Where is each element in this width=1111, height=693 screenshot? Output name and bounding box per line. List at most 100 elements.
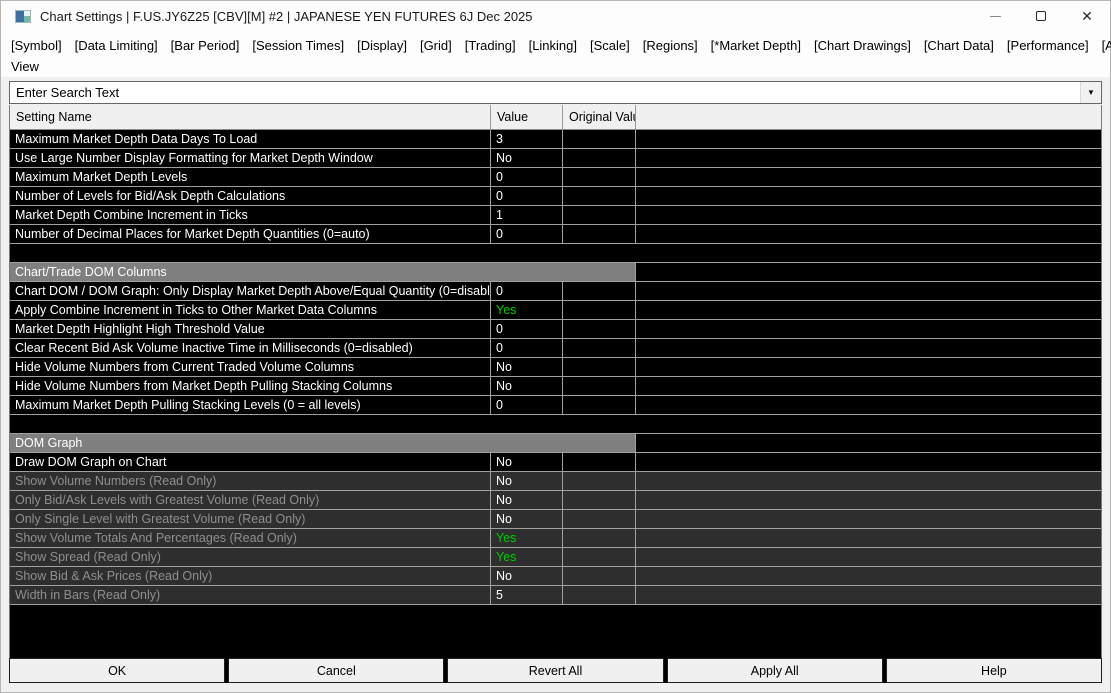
search-dropdown-button[interactable]: ▼: [1080, 82, 1101, 103]
value-cell[interactable]: 0: [491, 225, 563, 243]
setting-name-cell: Only Bid/Ask Levels with Greatest Volume…: [10, 491, 491, 509]
app-icon: [15, 9, 31, 23]
menu-item-chart-drawings[interactable]: [Chart Drawings]: [814, 38, 911, 53]
table-row-show-volume-totals-and-percentages-read-only[interactable]: Show Volume Totals And Percentages (Read…: [10, 529, 1101, 548]
table-row-apply-combine-increment-in-ticks-to-other-market-data-columns[interactable]: Apply Combine Increment in Ticks to Othe…: [10, 301, 1101, 320]
table-empty-area: [10, 605, 1101, 658]
value-cell[interactable]: No: [491, 510, 563, 528]
chevron-down-icon: ▼: [1087, 88, 1095, 97]
setting-name-cell: Number of Levels for Bid/Ask Depth Calcu…: [10, 187, 491, 205]
section-row-empty: [636, 434, 1101, 452]
table-row-draw-dom-graph-on-chart[interactable]: Draw DOM Graph on Chart No: [10, 453, 1101, 472]
setting-name-cell: Use Large Number Display Formatting for …: [10, 149, 491, 167]
table-row-use-large-number-display-formatting-for-market-depth-window[interactable]: Use Large Number Display Formatting for …: [10, 149, 1101, 168]
menu-item-scale[interactable]: [Scale]: [590, 38, 630, 53]
setting-name-cell: Show Volume Totals And Percentages (Read…: [10, 529, 491, 547]
value-cell[interactable]: 0: [491, 168, 563, 186]
revert-all-button[interactable]: Revert All: [447, 658, 664, 683]
table-row-show-spread-read-only[interactable]: Show Spread (Read Only) Yes: [10, 548, 1101, 567]
value-cell[interactable]: 0: [491, 320, 563, 338]
table-row-number-of-decimal-places-for-market-depth-quantities-0-auto[interactable]: Number of Decimal Places for Market Dept…: [10, 225, 1101, 244]
original-value-cell: [563, 358, 636, 376]
setting-name-cell: Maximum Market Depth Pulling Stacking Le…: [10, 396, 491, 414]
menu-item-performance[interactable]: [Performance]: [1007, 38, 1089, 53]
table-row-hide-volume-numbers-from-current-traded-volume-columns[interactable]: Hide Volume Numbers from Current Traded …: [10, 358, 1101, 377]
value-cell[interactable]: No: [491, 149, 563, 167]
setting-name-cell: Clear Recent Bid Ask Volume Inactive Tim…: [10, 339, 491, 357]
table-row-maximum-market-depth-data-days-to-load[interactable]: Maximum Market Depth Data Days To Load 3: [10, 130, 1101, 149]
row-empty-cell: [636, 339, 1101, 357]
setting-name-cell: Hide Volume Numbers from Market Depth Pu…: [10, 377, 491, 395]
table-row-only-bid-ask-levels-with-greatest-volume-read-only[interactable]: Only Bid/Ask Levels with Greatest Volume…: [10, 491, 1101, 510]
value-cell[interactable]: No: [491, 567, 563, 585]
setting-name-cell: Hide Volume Numbers from Current Traded …: [10, 358, 491, 376]
window-title: Chart Settings | F.US.JY6Z25 [CBV][M] #2…: [40, 8, 533, 24]
section-label: DOM Graph: [10, 434, 636, 452]
table-row-show-volume-numbers-read-only[interactable]: Show Volume Numbers (Read Only) No: [10, 472, 1101, 491]
value-cell[interactable]: 0: [491, 282, 563, 300]
menu-item-symbol[interactable]: [Symbol]: [11, 38, 62, 53]
column-header-original-value[interactable]: Original Valu: [563, 105, 636, 129]
row-empty-cell: [636, 472, 1101, 490]
value-cell[interactable]: No: [491, 491, 563, 509]
table-row-width-in-bars-read-only[interactable]: Width in Bars (Read Only) 5: [10, 586, 1101, 605]
value-cell[interactable]: No: [491, 453, 563, 471]
close-button[interactable]: ✕: [1064, 1, 1110, 31]
table-row-market-depth-highlight-high-threshold-value[interactable]: Market Depth Highlight High Threshold Va…: [10, 320, 1101, 339]
table-row-clear-recent-bid-ask-volume-inactive-time-in-milliseconds-0-disabled[interactable]: Clear Recent Bid Ask Volume Inactive Tim…: [10, 339, 1101, 358]
original-value-cell: [563, 510, 636, 528]
ok-button[interactable]: OK: [9, 658, 226, 683]
table-row-maximum-market-depth-levels[interactable]: Maximum Market Depth Levels 0: [10, 168, 1101, 187]
menu-item-view[interactable]: View: [11, 59, 39, 74]
row-empty-cell: [636, 149, 1101, 167]
table-row-market-depth-combine-increment-in-ticks[interactable]: Market Depth Combine Increment in Ticks 1: [10, 206, 1101, 225]
chart-settings-window: Chart Settings | F.US.JY6Z25 [CBV][M] #2…: [0, 0, 1111, 693]
table-row-number-of-levels-for-bid-ask-depth-calculations[interactable]: Number of Levels for Bid/Ask Depth Calcu…: [10, 187, 1101, 206]
menu-item-session-times[interactable]: [Session Times]: [252, 38, 344, 53]
value-cell[interactable]: 0: [491, 187, 563, 205]
minimize-button[interactable]: [972, 1, 1018, 31]
value-cell[interactable]: 0: [491, 339, 563, 357]
column-header-value[interactable]: Value: [491, 105, 563, 129]
menu-item-data-limiting[interactable]: [Data Limiting]: [75, 38, 158, 53]
row-empty-cell: [636, 206, 1101, 224]
column-header-setting-name[interactable]: Setting Name: [10, 105, 491, 129]
help-button[interactable]: Help: [885, 658, 1103, 683]
value-cell[interactable]: No: [491, 377, 563, 395]
menu-item-alert[interactable]: [Alert]: [1102, 38, 1111, 53]
original-value-cell: [563, 301, 636, 319]
value-cell[interactable]: Yes: [491, 548, 563, 566]
menu-item-regions[interactable]: [Regions]: [643, 38, 698, 53]
maximize-button[interactable]: [1018, 1, 1064, 31]
search-input[interactable]: [10, 82, 1080, 103]
value-cell[interactable]: 3: [491, 130, 563, 148]
value-cell[interactable]: 1: [491, 206, 563, 224]
table-row-only-single-level-with-greatest-volume-read-only[interactable]: Only Single Level with Greatest Volume (…: [10, 510, 1101, 529]
menu-item-bar-period[interactable]: [Bar Period]: [171, 38, 240, 53]
spacer-row: [10, 415, 1101, 434]
settings-table: Setting Name Value Original Valu Maximum…: [9, 105, 1102, 658]
section-label: Chart/Trade DOM Columns: [10, 263, 636, 281]
value-cell[interactable]: Yes: [491, 529, 563, 547]
menu-item-market-depth[interactable]: [*Market Depth]: [711, 38, 801, 53]
value-cell[interactable]: No: [491, 358, 563, 376]
menu-item-grid[interactable]: [Grid]: [420, 38, 452, 53]
cancel-button[interactable]: Cancel: [228, 658, 445, 683]
apply-all-button[interactable]: Apply All: [666, 658, 883, 683]
menu-item-chart-data[interactable]: [Chart Data]: [924, 38, 994, 53]
menu-item-display[interactable]: [Display]: [357, 38, 407, 53]
value-cell[interactable]: 5: [491, 586, 563, 604]
table-row-maximum-market-depth-pulling-stacking-levels-0-all-levels[interactable]: Maximum Market Depth Pulling Stacking Le…: [10, 396, 1101, 415]
table-row-hide-volume-numbers-from-market-depth-pulling-stacking-columns[interactable]: Hide Volume Numbers from Market Depth Pu…: [10, 377, 1101, 396]
table-row-chart-dom-dom-graph-only-display-market-depth-above-equal-quantity-0-disabled[interactable]: Chart DOM / DOM Graph: Only Display Mark…: [10, 282, 1101, 301]
original-value-cell: [563, 339, 636, 357]
original-value-cell: [563, 453, 636, 471]
row-empty-cell: [636, 225, 1101, 243]
menu-item-linking[interactable]: [Linking]: [529, 38, 577, 53]
row-empty-cell: [636, 301, 1101, 319]
value-cell[interactable]: Yes: [491, 301, 563, 319]
table-row-show-bid-ask-prices-read-only[interactable]: Show Bid & Ask Prices (Read Only) No: [10, 567, 1101, 586]
menu-item-trading[interactable]: [Trading]: [465, 38, 516, 53]
value-cell[interactable]: No: [491, 472, 563, 490]
value-cell[interactable]: 0: [491, 396, 563, 414]
